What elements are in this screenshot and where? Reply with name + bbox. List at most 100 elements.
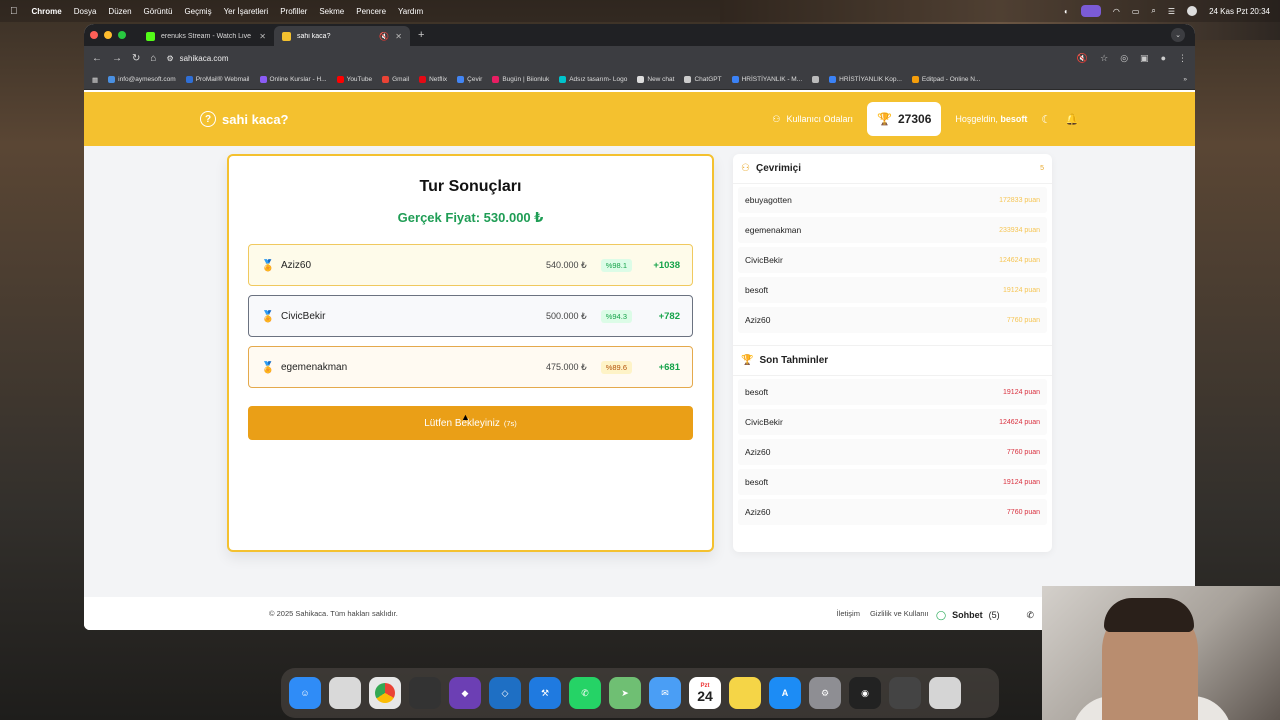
notes-icon[interactable] [729,677,761,709]
bookmark-item[interactable]: Netflix [419,76,447,83]
media-muted-icon[interactable]: 🔇 [1077,53,1088,64]
battery-icon[interactable]: ▭ [1132,7,1140,16]
zoom-window-button[interactable] [118,31,126,39]
mute-tab-icon[interactable]: 🔇 [379,32,389,41]
please-wait-button[interactable]: Lütfen Bekleyiniz (7s) [248,406,693,440]
bookmark-item[interactable]: Gmail [382,76,409,83]
gimp-icon[interactable] [409,677,441,709]
finder-icon[interactable]: ☺ [289,677,321,709]
tab-sahikaca[interactable]: sahi kaca? 🔇 ✕ [274,26,410,46]
record-icon[interactable]: ◐ [1064,7,1069,16]
screen-share-icon[interactable] [1080,5,1101,17]
reload-icon[interactable]: ↻ [132,53,140,64]
online-user-row[interactable]: Aziz60 7760 puan [738,307,1047,333]
wifi-icon[interactable]: ◠ [1113,7,1120,16]
home-icon[interactable]: ⌂ [150,53,156,64]
site-info-icon[interactable]: ⚙ [166,54,173,63]
menu-window[interactable]: Pencere [356,7,386,16]
menu-file[interactable]: Dosya [74,7,97,16]
menu-app-name[interactable]: Chrome [32,7,62,16]
round-results-card: Tur Sonuçları Gerçek Fiyat: 530.000 ₺ 🏅 … [227,154,714,552]
maps-icon[interactable]: ➤ [609,677,641,709]
site-logo[interactable]: ? sahi kaca? [200,111,289,127]
back-icon[interactable]: ← [92,53,102,64]
bookmark-item[interactable]: HRİSTİYANLIK - M... [731,76,802,83]
chat-bubble-icon: ◯ [936,609,947,620]
online-user-row[interactable]: CivicBekir 124624 puan [738,247,1047,273]
chrome-menu-icon[interactable]: ⋮ [1178,53,1187,64]
recent-guess-row: besoft 19124 puan [738,469,1047,495]
real-price: Gerçek Fiyat: 530.000 ₺ [397,210,544,225]
chrome-icon[interactable] [369,677,401,709]
recent-guesses-header: 🏆 Son Tahminler [733,346,1052,376]
tab-search-chevron-icon[interactable]: ⌄ [1171,28,1185,42]
xcode-icon[interactable]: ⚒ [529,677,561,709]
bookmark-item[interactable]: ProMail® Webmail [185,76,250,83]
bookmark-label: Bugün | Biionluk [502,76,550,83]
minimize-window-button[interactable] [104,31,112,39]
online-user-row[interactable]: besoft 19124 puan [738,277,1047,303]
vscode-icon[interactable]: ◇ [489,677,521,709]
bookmark-item[interactable]: YouTube [336,76,372,83]
apple-menu-icon[interactable]:  [10,6,18,17]
close-tab-icon[interactable]: ✕ [395,32,402,41]
menu-view[interactable]: Görüntü [144,7,173,16]
siri-icon[interactable] [1187,6,1198,16]
trash-icon[interactable] [929,677,961,709]
user-rooms-label: Kullanıcı Odaları [786,114,854,124]
bookmark-item[interactable] [812,76,820,83]
bookmark-item[interactable]: Editpad - Online N... [911,76,980,83]
close-window-button[interactable] [90,31,98,39]
bookmark-item[interactable]: HRİSTİYANLIK Kop... [829,76,902,83]
calendar-icon[interactable]: Pzt 24 [689,677,721,709]
bookmark-item[interactable]: New chat [637,76,674,83]
medal-silver-icon: 🏅 [261,310,275,323]
tab-stream[interactable]: erenuks Stream - Watch Live ✕ [138,26,274,46]
extension-icon[interactable]: ◎ [1120,53,1128,64]
chat-widget[interactable]: ◯ Sohbet (5) ✆ [928,602,1042,628]
menu-edit[interactable]: Düzen [108,7,131,16]
recent-guess-points: 19124 puan [1003,388,1040,396]
mail-app-icon[interactable]: ✉ [649,677,681,709]
close-tab-icon[interactable]: ✕ [259,32,266,41]
menu-bookmarks[interactable]: Yer İşaretleri [224,7,269,16]
menu-help[interactable]: Yardım [398,7,423,16]
system-settings-icon[interactable]: ⚙ [809,677,841,709]
phone-icon[interactable]: ✆ [1026,610,1034,621]
menu-profiles[interactable]: Profiller [280,7,307,16]
screen-window-icon[interactable] [889,677,921,709]
bookmarks-overflow-icon[interactable]: » [1183,76,1187,83]
app-store-icon[interactable]: A [769,677,801,709]
bookmark-item[interactable]: Adsız tasarım- Logo [559,76,627,83]
contact-link[interactable]: İletişim [837,609,860,618]
apps-grid-icon[interactable]: ▦ [92,76,98,84]
dark-mode-moon-icon[interactable]: ☾ [1041,113,1051,126]
menubar-clock[interactable]: 24 Kas Pzt 20:34 [1209,7,1270,16]
address-bar[interactable]: ⚙ sahikaca.com [166,54,1066,63]
forward-icon[interactable]: → [112,53,122,64]
obs-icon[interactable]: ◉ [849,677,881,709]
new-tab-button[interactable]: + [418,29,424,41]
bookmark-item[interactable]: Çevir [457,76,482,83]
online-user-row[interactable]: egemenakman 233934 puan [738,217,1047,243]
whatsapp-icon[interactable]: ✆ [569,677,601,709]
translate-icon [457,76,465,83]
welcome-text: Hoşgeldin, besoft [955,114,1027,124]
bookmark-star-icon[interactable]: ☆ [1100,53,1108,64]
recent-guess-name: Aziz60 [745,447,771,457]
user-rooms-link[interactable]: ⚇ Kullanıcı Odaları [772,114,853,125]
control-center-icon[interactable]: ☰ [1168,7,1175,16]
extensions-puzzle-icon[interactable]: ▣ [1140,53,1149,64]
bookmark-item[interactable]: Online Kurslar - H... [259,76,327,83]
online-user-row[interactable]: ebuyagotten 172833 puan [738,187,1047,213]
profile-avatar-icon[interactable]: ● [1161,53,1166,64]
visual-studio-icon[interactable]: ◆ [449,677,481,709]
spotlight-search-icon[interactable]: ⌕ [1151,6,1155,16]
bookmark-item[interactable]: ChatGPT [684,76,722,83]
notification-bell-icon[interactable]: 🔔 [1065,113,1079,126]
bookmark-item[interactable]: info@aymesoft.com [108,76,176,83]
bookmark-item[interactable]: Bugün | Biionluk [492,76,549,83]
menu-tab[interactable]: Sekme [319,7,344,16]
menu-history[interactable]: Geçmiş [184,7,211,16]
launchpad-icon[interactable] [329,677,361,709]
